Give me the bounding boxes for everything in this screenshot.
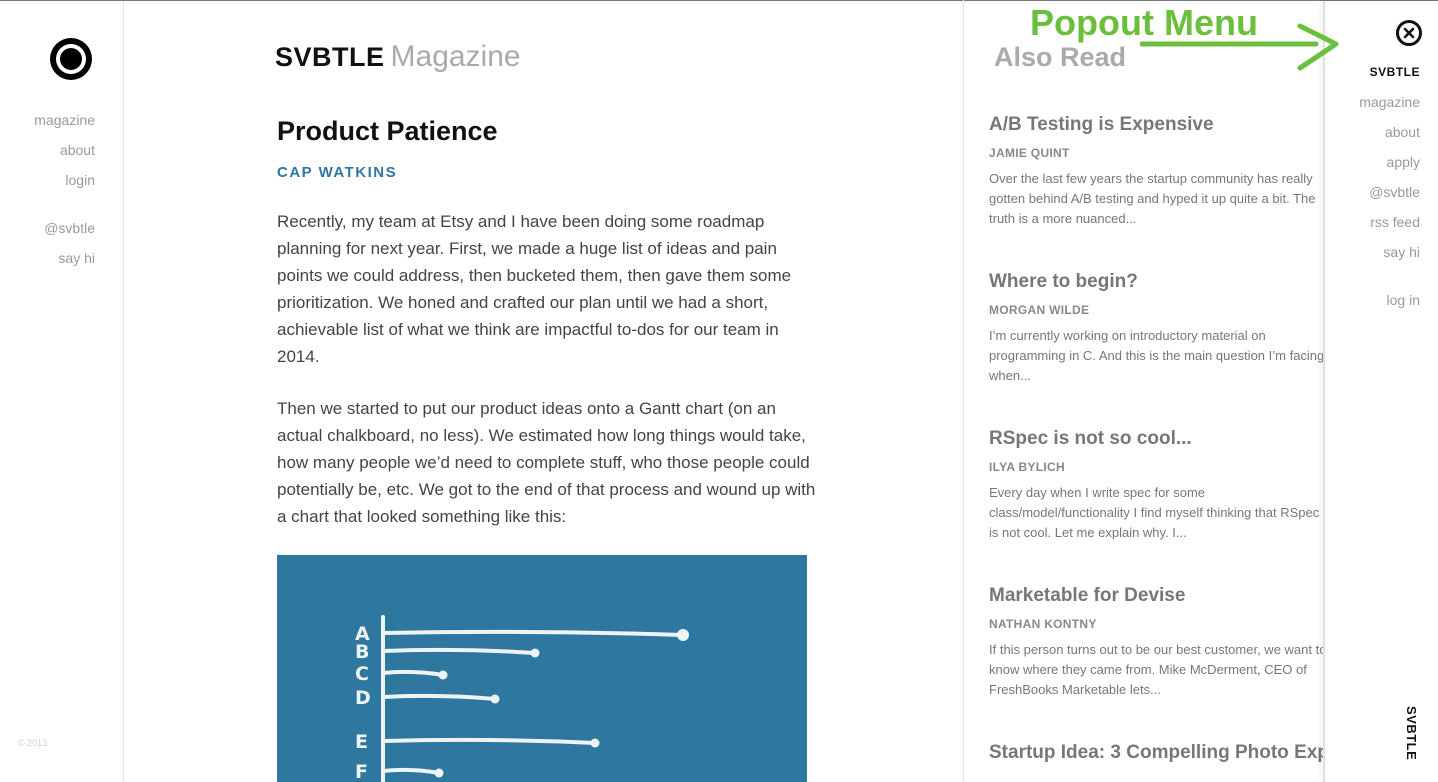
left-nav-twitter[interactable]: @svbtle <box>44 213 95 243</box>
popout-nav: magazine about apply @svbtle rss feed sa… <box>1359 87 1420 267</box>
article-excerpt: I’m currently working on introductory ma… <box>989 328 1323 383</box>
gantt-bar-end <box>434 768 444 778</box>
also-read-column: Also Read A/B Testing is Expensive JAMIE… <box>963 0 1323 782</box>
article-title[interactable]: A/B Testing is Expensive <box>989 113 1323 136</box>
popout-nav-rss-feed[interactable]: rss feed <box>1359 207 1420 237</box>
article-author: ILYA BYLICH <box>989 460 1065 474</box>
article-excerpt: If this person turns out to be our best … <box>989 642 1323 697</box>
article-title[interactable]: Marketable for Devise <box>989 584 1323 607</box>
left-primary-nav: magazine about login <box>34 105 95 195</box>
popout-vertical-brand: SVBTLE <box>1404 706 1419 761</box>
article-author: MORGAN WILDE <box>989 303 1090 317</box>
gantt-bar <box>381 693 497 701</box>
gantt-row-label: D <box>355 687 371 709</box>
popout-menu: SVBTLE magazine about apply @svbtle rss … <box>1323 1 1438 782</box>
gantt-bar-end <box>677 629 689 641</box>
post-title: Product Patience <box>277 116 498 146</box>
article-title[interactable]: Startup Idea: 3 Compelling Photo Experie… <box>989 741 1323 764</box>
article-excerpt: Every day when I write spec for some cla… <box>989 485 1320 540</box>
article-title[interactable]: RSpec is not so cool... <box>989 427 1323 450</box>
gantt-bar-end <box>590 738 600 748</box>
gantt-row-label: F <box>355 761 368 782</box>
left-sidebar: magazine about login @svbtle say hi © 20… <box>0 1 124 782</box>
left-nav-login[interactable]: login <box>34 165 95 195</box>
gantt-bar-end <box>438 670 448 680</box>
gantt-row-label: E <box>355 731 368 753</box>
masthead-subtitle: Magazine <box>390 40 521 73</box>
left-social-nav: @svbtle say hi <box>44 213 95 273</box>
also-read-item[interactable]: RSpec is not so cool... ILYA BYLICH Ever… <box>989 427 1323 543</box>
logo-dot <box>60 48 82 70</box>
gantt-bar-end <box>490 694 500 704</box>
gantt-chart-image: ABCDEF <box>277 555 807 782</box>
left-nav-about[interactable]: about <box>34 135 95 165</box>
gantt-chalk-drawing: ABCDEF <box>355 615 689 782</box>
close-icon[interactable] <box>1396 20 1422 46</box>
also-read-item[interactable]: Marketable for Devise NATHAN KONTNY If t… <box>989 584 1323 700</box>
masthead[interactable]: SVBTLE Magazine <box>275 40 521 74</box>
svbtle-logo-icon[interactable] <box>50 38 92 80</box>
gantt-bar-end <box>530 648 540 658</box>
gantt-row-label: B <box>355 641 369 663</box>
also-read-item[interactable]: A/B Testing is Expensive JAMIE QUINT Ove… <box>989 113 1323 229</box>
popout-nav-twitter[interactable]: @svbtle <box>1359 177 1420 207</box>
article-author: JAMIE QUINT <box>989 146 1070 160</box>
gantt-bar <box>381 669 445 677</box>
copyright: © 2013 <box>18 738 48 748</box>
left-nav-magazine[interactable]: magazine <box>34 105 95 135</box>
gantt-row-label: C <box>355 663 369 685</box>
annotation-arrow-icon <box>1140 23 1339 71</box>
popout-nav-apply[interactable]: apply <box>1359 147 1420 177</box>
popout-nav-magazine[interactable]: magazine <box>1359 87 1420 117</box>
masthead-brand: SVBTLE <box>275 42 385 72</box>
left-nav-say-hi[interactable]: say hi <box>44 243 95 273</box>
also-read-item[interactable]: Startup Idea: 3 Compelling Photo Experie… <box>989 741 1323 764</box>
post-author-link[interactable]: CAP WATKINS <box>277 164 397 181</box>
gantt-bar <box>381 737 597 745</box>
article-excerpt: Over the last few years the startup comm… <box>989 171 1316 226</box>
gantt-bar <box>381 629 685 637</box>
gantt-bar <box>381 767 441 775</box>
article-author: NATHAN KONTNY <box>989 617 1097 631</box>
also-read-heading: Also Read <box>994 42 1127 72</box>
gantt-bar <box>381 647 537 655</box>
popout-brand[interactable]: SVBTLE <box>1370 65 1420 79</box>
post-paragraph: Recently, my team at Etsy and I have bee… <box>277 212 792 366</box>
post-paragraph: Then we started to put our product ideas… <box>277 399 816 526</box>
popout-login-link[interactable]: log in <box>1387 285 1420 315</box>
also-read-item[interactable]: Where to begin? MORGAN WILDE I’m current… <box>989 270 1323 386</box>
popout-nav-say-hi[interactable]: say hi <box>1359 237 1420 267</box>
article-title[interactable]: Where to begin? <box>989 270 1323 293</box>
popout-nav-about[interactable]: about <box>1359 117 1420 147</box>
